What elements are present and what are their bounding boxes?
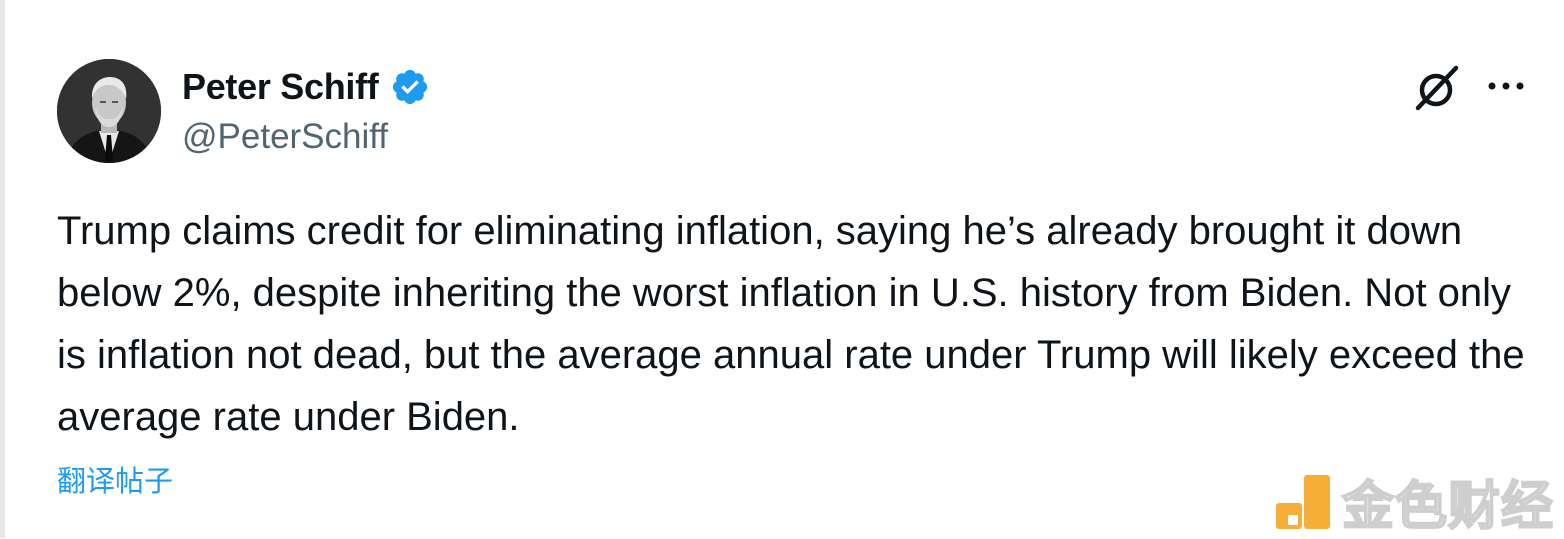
tweet-text: Trump claims credit for eliminating infl… xyxy=(57,209,1525,439)
author-name[interactable]: Peter Schiff xyxy=(182,66,379,108)
more-options-icon[interactable] xyxy=(1486,74,1526,98)
author-handle[interactable]: @PeterSchiff xyxy=(182,117,388,157)
jinse-logo-icon xyxy=(1274,473,1332,531)
grok-icon[interactable] xyxy=(1410,62,1462,114)
watermark: 金色财经 xyxy=(1274,464,1554,539)
avatar-photo xyxy=(57,59,161,163)
tweet-card: Peter Schiff @PeterSchiff Trump claims c… xyxy=(0,0,1564,538)
author-row: Peter Schiff xyxy=(182,64,430,110)
watermark-text: 金色财经 xyxy=(1341,476,1555,538)
verified-badge-icon[interactable] xyxy=(390,67,430,107)
translate-post-link[interactable]: 翻译帖子 xyxy=(57,458,173,500)
avatar[interactable] xyxy=(57,59,161,163)
